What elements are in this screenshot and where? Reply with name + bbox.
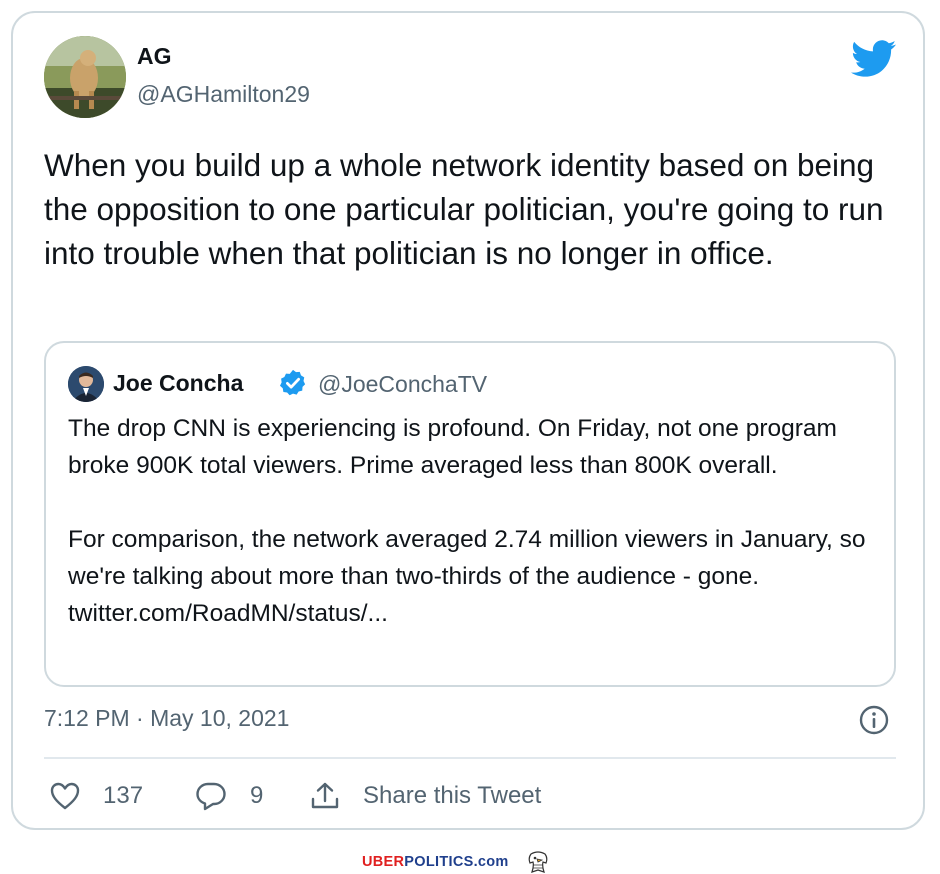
eagle-logo-icon xyxy=(528,851,548,873)
quoted-tweet[interactable]: Joe Concha @JoeConchaTV The drop CNN is … xyxy=(44,341,896,687)
info-icon[interactable] xyxy=(858,704,890,736)
tweet-text: When you build up a whole network identi… xyxy=(44,147,884,271)
share-button[interactable]: Share this Tweet xyxy=(309,779,541,813)
share-label: Share this Tweet xyxy=(363,782,542,809)
reply-bubble-icon xyxy=(196,782,226,811)
site-watermark: UBER POLITICS .com xyxy=(362,850,551,874)
divider xyxy=(44,757,896,759)
like-count: 137 xyxy=(103,782,144,809)
tweet-card: AG @AGHamilton29 When you build up a who… xyxy=(11,11,925,830)
reply-count: 9 xyxy=(250,782,264,809)
share-upload-icon xyxy=(311,782,339,809)
heart-icon xyxy=(50,782,80,810)
author-name[interactable]: AG xyxy=(137,43,172,70)
quote-author-handle[interactable]: @JoeConchaTV xyxy=(318,371,487,398)
like-button[interactable]: 137 xyxy=(49,779,143,813)
author-handle[interactable]: @AGHamilton29 xyxy=(137,81,310,108)
brand-domain: .com xyxy=(473,854,509,870)
reply-button[interactable]: 9 xyxy=(194,779,263,813)
brand-uber: UBER xyxy=(362,854,405,870)
quote-author-name[interactable]: Joe Concha xyxy=(113,370,243,397)
verified-badge-icon xyxy=(280,369,306,396)
quote-text: The drop CNN is experiencing is profound… xyxy=(68,415,866,627)
brand-politics: POLITICS xyxy=(404,854,474,870)
author-avatar[interactable] xyxy=(44,36,126,118)
twitter-bird-icon[interactable] xyxy=(851,40,897,78)
quote-author-avatar[interactable] xyxy=(68,366,104,402)
tweet-timestamp[interactable]: 7:12 PM · May 10, 2021 xyxy=(44,705,289,732)
